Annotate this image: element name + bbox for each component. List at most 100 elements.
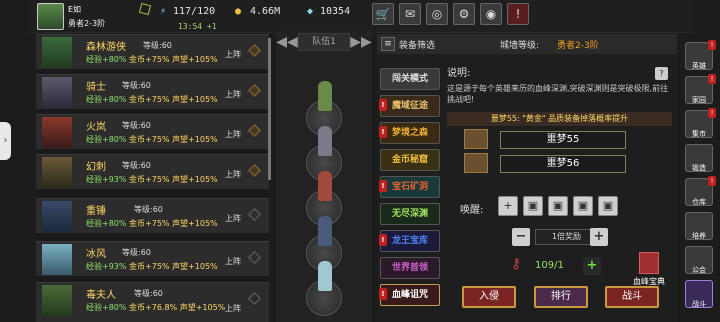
treasure-chest-icon [464,129,488,149]
mode-button[interactable]: ! 魔域征途 [379,95,440,117]
deploy-diamond-icon[interactable] [248,84,261,97]
gold-icon: ● [235,6,242,17]
gem-value: 10354 [320,6,351,17]
lock-icon[interactable]: ▣ [598,196,618,216]
hero-row[interactable]: 重锤 等级:60 经验+80% 金币+75% 声望+105% 上阵 [36,198,269,233]
invade-button[interactable]: 入侵 [462,286,516,308]
wake-label: 唤醒: [460,205,484,216]
deploy-button[interactable]: 上阵 [225,129,241,140]
notice-icon[interactable]: ! [507,3,529,25]
team-slot[interactable] [306,261,342,316]
codex-book-icon [639,252,659,274]
stamina-icon: ⚡ [160,6,167,17]
gold-value: 4.66M [250,6,281,17]
color-wheel-icon[interactable]: ◉ [480,3,502,25]
hero-row[interactable]: 火岚 等级:60 经验+80% 金币+75% 声望+105% 上阵 [36,114,269,149]
hero-row[interactable]: 冰风 等级:60 经验+93% 金币+75% 声望+105% 上阵 [36,241,269,276]
lock-icon[interactable]: ▣ [548,196,568,216]
filter-title: 装备筛选 [399,41,436,51]
edit-icon[interactable] [138,2,152,16]
mail-icon[interactable]: ✉ [399,3,421,25]
gamepad-icon[interactable]: ◎ [426,3,448,25]
battle-button[interactable]: 战斗 [605,286,659,308]
hero-name: 火岚 [86,122,106,133]
dream-level-button[interactable]: 噩梦56 [500,155,626,173]
deploy-diamond-icon[interactable] [248,292,261,305]
top-bar: E如 勇者2-3阶 ⚡ 117/120 13:54 +1 ● 4.66M ◆ 1… [28,0,693,33]
stamina-timer: 13:54 +1 [178,22,217,31]
deploy-button[interactable]: 上阵 [225,213,241,224]
lock-icon[interactable]: ▣ [573,196,593,216]
dream-level-button[interactable]: 噩梦55 [500,131,626,149]
increase-multiplier-button[interactable]: + [590,228,608,246]
hero-row[interactable]: 骑士 等级:60 经验+80% 金币+75% 声望+105% 上阵 [36,74,269,109]
hero-level: 等级:60 [134,205,163,214]
rank-button[interactable]: 排行 [534,286,588,308]
add-slot-button[interactable]: + [498,196,518,216]
treasure-chest-icon [464,153,488,173]
deploy-diamond-icon[interactable] [248,208,261,221]
right-nav: 英雄 ! 家园 ! 集市 ! 锻造 仓库 ! 培养 公会 战斗 [681,40,717,322]
mode-button[interactable]: ! 宝石矿洞 [379,176,440,198]
key-icon: ⚷ [511,256,522,272]
deploy-diamond-icon[interactable] [248,164,261,177]
hero-level: 等级:60 [143,41,172,50]
deploy-diamond-icon[interactable] [248,251,261,264]
team-panel: ◀◀ 队伍1 ▶▶ [276,30,372,322]
mode-button[interactable]: ! 血峰诅咒 [379,284,440,306]
deploy-button[interactable]: 上阵 [225,256,241,267]
stamina-value: 117/120 [173,6,216,17]
codex-button[interactable]: 血峰宝典 [625,252,673,287]
attempts-count: 109/1 [535,260,564,271]
description: 说明: 这是源于每个英雄来历的血峰深渊,突破深渊则是突破极限,前往挑战吧! [447,68,669,104]
multiplier-display: 1倍奖励 [535,229,598,245]
deploy-diamond-icon[interactable] [248,124,261,137]
lock-icon[interactable]: ▣ [523,196,543,216]
hero-name: 重锤 [86,206,106,217]
hero-name: 毒夫人 [86,290,116,301]
team-label: 队伍1 [298,33,350,51]
mode-button[interactable]: 世界首领 [380,257,440,279]
deploy-diamond-icon[interactable] [248,44,261,57]
mode-button[interactable]: ! 龙王宝库 [379,230,440,252]
hero-portrait [42,244,72,275]
player-name: E如 [68,5,82,14]
gear-icon[interactable]: ⚙ [453,3,475,25]
add-attempt-button[interactable]: + [583,257,601,275]
deploy-button[interactable]: 上阵 [225,49,241,60]
mode-button[interactable]: 无尽深渊 [380,203,440,225]
shop-cart-icon[interactable]: 🛒 [372,3,394,25]
next-team-button[interactable]: ▶▶ [350,33,372,51]
deploy-button[interactable]: 上阵 [225,303,241,314]
hero-portrait [42,77,72,108]
prev-team-button[interactable]: ◀◀ [276,33,298,51]
hero-row[interactable]: 毒夫人 等级:60 经验+80% 金币+76.8% 声望+105% 上阵 [36,282,269,322]
hero-row[interactable]: 幻刺 等级:60 经验+93% 金币+75% 声望+105% 上阵 [36,154,269,189]
hero-name: 骑士 [86,82,106,93]
hero-row[interactable]: 森林游侠 等级:60 经验+80% 金币+75% 声望+105% 上阵 [36,34,269,69]
castle-level-value: 勇者2-3阶 [557,41,599,51]
hero-level: 等级:60 [122,248,151,257]
hero-list-scrollbar[interactable] [268,38,271,180]
castle-level-label: 城墙等级: [500,41,540,51]
hero-portrait [42,201,72,232]
hero-level: 等级:60 [134,289,163,298]
gem-icon: ◆ [307,6,314,17]
hero-portrait [42,285,72,316]
mode-button[interactable]: 金币秘窟 [380,149,440,171]
mode-button[interactable]: 闯关模式 [380,68,440,90]
player-avatar[interactable] [37,3,64,30]
decrease-multiplier-button[interactable]: − [512,228,530,246]
hero-portrait [42,117,72,148]
hero-portrait [42,37,72,68]
help-icon[interactable]: ? [655,67,668,80]
hero-level: 等级:60 [122,81,151,90]
drop-note: 噩梦55: "黄金" 品质装备掉落概率提升 [447,112,672,126]
side-drawer-handle[interactable]: › [0,122,11,160]
mode-button[interactable]: ! 梦境之森 [379,122,440,144]
hero-name: 幻刺 [86,162,106,173]
deploy-button[interactable]: 上阵 [225,89,241,100]
player-rank: 勇者2-3阶 [68,19,106,28]
menu-icon[interactable]: ≡ [381,37,395,51]
deploy-button[interactable]: 上阵 [225,169,241,180]
